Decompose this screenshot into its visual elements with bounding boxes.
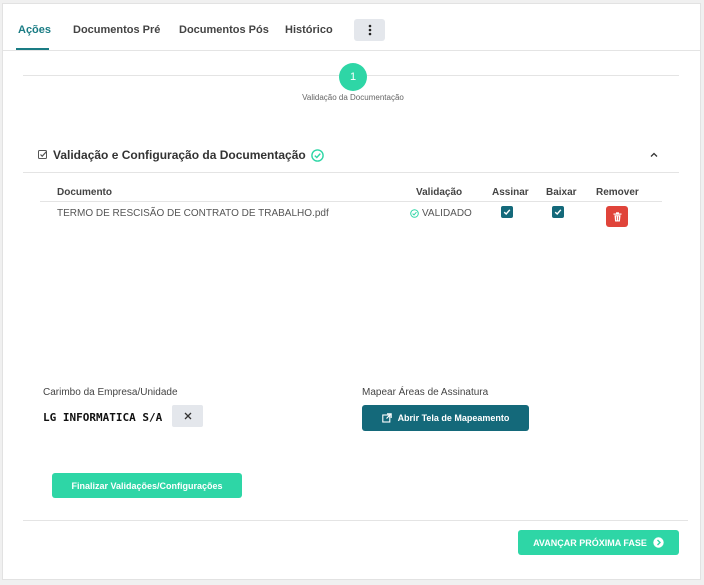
finish-validations-button[interactable]: Finalizar Validações/Configurações xyxy=(52,473,242,498)
footer-divider xyxy=(23,520,688,521)
tab-historico[interactable]: Histórico xyxy=(285,24,333,36)
column-header-assinar: Assinar xyxy=(492,187,529,198)
arrow-right-circle-icon xyxy=(653,537,664,548)
sign-checkbox[interactable] xyxy=(501,206,513,218)
external-link-icon xyxy=(381,413,392,423)
more-options-button[interactable] xyxy=(354,19,385,41)
checklist-icon xyxy=(38,150,47,159)
tab-documentos-pre[interactable]: Documentos Pré xyxy=(73,24,160,36)
section-title: Validação e Configuração da Documentação xyxy=(38,148,324,162)
trash-icon xyxy=(613,211,621,221)
kebab-menu-icon xyxy=(368,24,371,36)
validated-check-icon xyxy=(410,209,419,218)
step-1-circle: 1 xyxy=(339,63,367,91)
checkmark-icon xyxy=(503,209,511,216)
stamp-value: LG INFORMATICA S/A xyxy=(43,411,163,424)
next-phase-label: AVANÇAR PRÓXIMA FASE xyxy=(533,537,647,548)
document-name: TERMO DE RESCISÃO DE CONTRATO DE TRABALH… xyxy=(57,208,329,219)
stamp-label: Carimbo da Empresa/Unidade xyxy=(43,387,178,398)
table-header-divider xyxy=(40,201,662,202)
tab-bar: Ações Documentos Pré Documentos Pós Hist… xyxy=(3,4,700,51)
active-tab-indicator xyxy=(16,48,49,50)
validation-status-text: VALIDADO xyxy=(422,208,472,219)
column-header-validacao: Validação xyxy=(416,187,463,198)
clear-stamp-button[interactable] xyxy=(172,405,203,427)
main-panel: Ações Documentos Pré Documentos Pós Hist… xyxy=(2,3,701,580)
column-header-baixar: Baixar xyxy=(546,187,577,198)
step-label: Validação da Documentação xyxy=(302,93,404,102)
column-header-documento: Documento xyxy=(57,187,112,198)
validation-status: VALIDADO xyxy=(410,208,472,219)
mapping-label: Mapear Áreas de Assinatura xyxy=(362,387,489,398)
section-title-text: Validação e Configuração da Documentação xyxy=(53,148,306,162)
close-icon xyxy=(184,412,191,420)
column-header-remover: Remover xyxy=(596,187,639,198)
checkmark-icon xyxy=(554,209,562,216)
tab-acoes[interactable]: Ações xyxy=(18,24,51,36)
check-circle-icon xyxy=(310,148,324,162)
download-checkbox[interactable] xyxy=(552,206,564,218)
remove-document-button[interactable] xyxy=(606,206,628,227)
chevron-up-icon[interactable] xyxy=(649,150,659,160)
tab-documentos-pos[interactable]: Documentos Pós xyxy=(179,24,269,36)
open-mapping-button[interactable]: Abrir Tela de Mapeamento xyxy=(362,405,529,431)
next-phase-button[interactable]: AVANÇAR PRÓXIMA FASE xyxy=(518,530,679,555)
step-number: 1 xyxy=(349,71,357,83)
open-mapping-label: Abrir Tela de Mapeamento xyxy=(397,413,510,423)
